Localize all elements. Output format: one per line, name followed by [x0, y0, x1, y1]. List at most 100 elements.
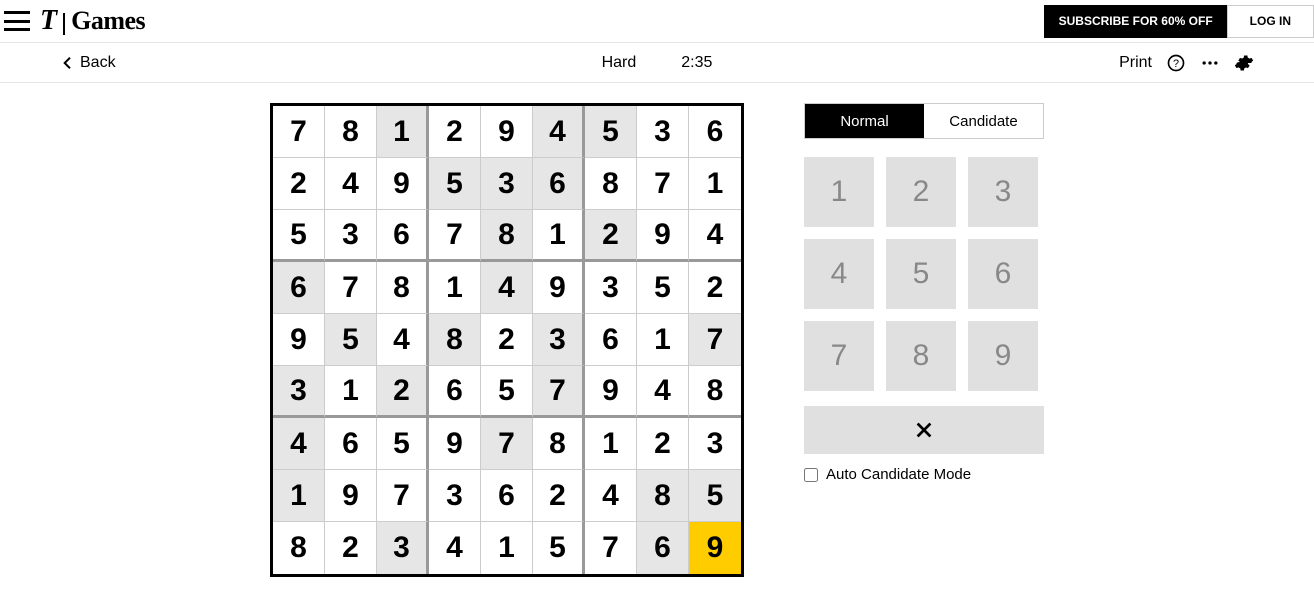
cell-7-6[interactable]: 4: [585, 470, 637, 522]
cell-8-0[interactable]: 8: [273, 522, 325, 574]
cell-3-7[interactable]: 5: [637, 262, 689, 314]
cell-7-7[interactable]: 8: [637, 470, 689, 522]
cell-8-4[interactable]: 1: [481, 522, 533, 574]
settings-button[interactable]: [1234, 53, 1254, 73]
login-button[interactable]: LOG IN: [1227, 5, 1314, 38]
cell-2-3[interactable]: 7: [429, 210, 481, 262]
cell-1-8[interactable]: 1: [689, 158, 741, 210]
cell-1-5[interactable]: 6: [533, 158, 585, 210]
cell-7-2[interactable]: 7: [377, 470, 429, 522]
cell-0-1[interactable]: 8: [325, 106, 377, 158]
cell-2-2[interactable]: 6: [377, 210, 429, 262]
cell-0-8[interactable]: 6: [689, 106, 741, 158]
cell-1-7[interactable]: 7: [637, 158, 689, 210]
cell-4-8[interactable]: 7: [689, 314, 741, 366]
key-7[interactable]: 7: [804, 321, 874, 391]
autocand-checkbox[interactable]: [804, 468, 818, 482]
cell-1-2[interactable]: 9: [377, 158, 429, 210]
print-button[interactable]: Print: [1119, 54, 1152, 72]
cell-6-7[interactable]: 2: [637, 418, 689, 470]
cell-5-5[interactable]: 7: [533, 366, 585, 418]
cell-8-6[interactable]: 7: [585, 522, 637, 574]
cell-0-0[interactable]: 7: [273, 106, 325, 158]
cell-8-5[interactable]: 5: [533, 522, 585, 574]
cell-8-8[interactable]: 9: [689, 522, 741, 574]
cell-8-2[interactable]: 3: [377, 522, 429, 574]
tab-candidate[interactable]: Candidate: [924, 104, 1043, 138]
cell-4-0[interactable]: 9: [273, 314, 325, 366]
cell-3-4[interactable]: 4: [481, 262, 533, 314]
cell-5-1[interactable]: 1: [325, 366, 377, 418]
cell-0-4[interactable]: 9: [481, 106, 533, 158]
cell-4-3[interactable]: 8: [429, 314, 481, 366]
cell-6-6[interactable]: 1: [585, 418, 637, 470]
cell-2-1[interactable]: 3: [325, 210, 377, 262]
cell-6-5[interactable]: 8: [533, 418, 585, 470]
cell-5-0[interactable]: 3: [273, 366, 325, 418]
hamburger-icon[interactable]: [4, 11, 30, 31]
erase-button[interactable]: [804, 406, 1044, 454]
cell-1-1[interactable]: 4: [325, 158, 377, 210]
cell-4-7[interactable]: 1: [637, 314, 689, 366]
cell-5-6[interactable]: 9: [585, 366, 637, 418]
cell-4-5[interactable]: 3: [533, 314, 585, 366]
cell-2-0[interactable]: 5: [273, 210, 325, 262]
cell-6-3[interactable]: 9: [429, 418, 481, 470]
cell-2-7[interactable]: 9: [637, 210, 689, 262]
key-8[interactable]: 8: [886, 321, 956, 391]
cell-6-4[interactable]: 7: [481, 418, 533, 470]
more-button[interactable]: [1200, 53, 1220, 73]
back-button[interactable]: Back: [60, 54, 116, 72]
cell-2-5[interactable]: 1: [533, 210, 585, 262]
cell-7-5[interactable]: 2: [533, 470, 585, 522]
autocand-toggle[interactable]: Auto Candidate Mode: [804, 466, 1044, 483]
help-button[interactable]: ?: [1166, 53, 1186, 73]
cell-3-2[interactable]: 8: [377, 262, 429, 314]
cell-7-0[interactable]: 1: [273, 470, 325, 522]
cell-4-2[interactable]: 4: [377, 314, 429, 366]
key-1[interactable]: 1: [804, 157, 874, 227]
key-9[interactable]: 9: [968, 321, 1038, 391]
cell-5-7[interactable]: 4: [637, 366, 689, 418]
cell-6-1[interactable]: 6: [325, 418, 377, 470]
cell-1-6[interactable]: 8: [585, 158, 637, 210]
cell-4-4[interactable]: 2: [481, 314, 533, 366]
key-2[interactable]: 2: [886, 157, 956, 227]
sudoku-board[interactable]: 7812945362495368715367812946781493529548…: [270, 103, 744, 577]
cell-5-8[interactable]: 8: [689, 366, 741, 418]
cell-3-3[interactable]: 1: [429, 262, 481, 314]
tab-normal[interactable]: Normal: [805, 104, 924, 138]
cell-1-0[interactable]: 2: [273, 158, 325, 210]
cell-8-3[interactable]: 4: [429, 522, 481, 574]
cell-0-2[interactable]: 1: [377, 106, 429, 158]
cell-2-4[interactable]: 8: [481, 210, 533, 262]
cell-0-6[interactable]: 5: [585, 106, 637, 158]
cell-5-3[interactable]: 6: [429, 366, 481, 418]
cell-3-1[interactable]: 7: [325, 262, 377, 314]
cell-2-8[interactable]: 4: [689, 210, 741, 262]
cell-8-7[interactable]: 6: [637, 522, 689, 574]
cell-3-6[interactable]: 3: [585, 262, 637, 314]
cell-7-3[interactable]: 3: [429, 470, 481, 522]
key-5[interactable]: 5: [886, 239, 956, 309]
cell-7-1[interactable]: 9: [325, 470, 377, 522]
key-3[interactable]: 3: [968, 157, 1038, 227]
key-4[interactable]: 4: [804, 239, 874, 309]
cell-3-5[interactable]: 9: [533, 262, 585, 314]
cell-6-8[interactable]: 3: [689, 418, 741, 470]
cell-8-1[interactable]: 2: [325, 522, 377, 574]
cell-3-0[interactable]: 6: [273, 262, 325, 314]
cell-5-4[interactable]: 5: [481, 366, 533, 418]
cell-4-1[interactable]: 5: [325, 314, 377, 366]
cell-4-6[interactable]: 6: [585, 314, 637, 366]
cell-7-8[interactable]: 5: [689, 470, 741, 522]
cell-5-2[interactable]: 2: [377, 366, 429, 418]
cell-3-8[interactable]: 2: [689, 262, 741, 314]
cell-2-6[interactable]: 2: [585, 210, 637, 262]
cell-7-4[interactable]: 6: [481, 470, 533, 522]
cell-0-7[interactable]: 3: [637, 106, 689, 158]
cell-6-2[interactable]: 5: [377, 418, 429, 470]
subscribe-button[interactable]: SUBSCRIBE FOR 60% OFF: [1044, 5, 1228, 38]
cell-0-5[interactable]: 4: [533, 106, 585, 158]
cell-1-3[interactable]: 5: [429, 158, 481, 210]
